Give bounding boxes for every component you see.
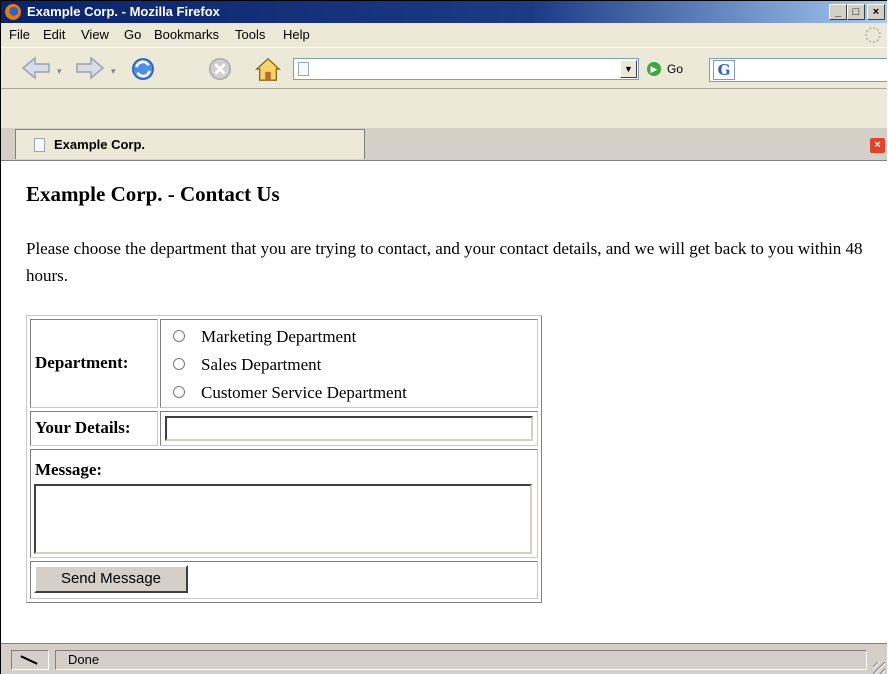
resize-grip-icon[interactable] [873,662,885,674]
search-engine-icon[interactable]: G [713,60,735,80]
menu-tools[interactable]: Tools [235,27,265,42]
department-options-cell: Marketing Department Sales Department Cu… [160,319,538,408]
intro-text: Please choose the department that you ar… [26,239,863,285]
stop-icon[interactable] [206,56,234,82]
details-input-cell [160,411,538,446]
details-label-cell: Your Details: [30,411,158,446]
close-tab-icon[interactable]: × [870,138,885,153]
go-button-label[interactable]: Go [667,62,683,76]
search-box[interactable]: G [709,58,887,82]
status-text: Done [68,652,100,667]
page-title: Example Corp. - Contact Us [26,182,280,206]
details-label: Your Details: [35,418,131,437]
menu-file[interactable]: File [9,27,30,42]
page-content: Example Corp. - Contact Us Please choose… [1,161,887,643]
message-textarea[interactable] [34,484,532,554]
tab-bar: Example Corp. × [1,128,887,161]
forward-icon[interactable] [75,56,105,80]
back-dropdown-icon[interactable]: ▾ [57,66,62,77]
send-message-button[interactable]: Send Message [34,565,188,593]
close-button[interactable]: × [867,4,885,20]
department-label: Department: [35,353,129,372]
status-panel: Done [55,650,867,670]
navigation-toolbar: ▾ ▾ ▼ ▶ Go G [1,47,887,89]
throbber-icon [865,27,881,43]
menu-go[interactable]: Go [124,27,141,42]
reload-icon[interactable] [129,56,157,82]
go-icon[interactable]: ▶ [647,62,661,76]
contact-form: Department: Marketing Department Sales D… [26,315,542,603]
window-title: Example Corp. - Mozilla Firefox [27,4,220,19]
menu-view[interactable]: View [81,27,109,42]
submit-cell: Send Message [30,561,538,599]
minimize-button[interactable]: _ [829,4,847,20]
url-bar[interactable]: ▼ [293,58,639,80]
browser-window: Example Corp. - Mozilla Firefox _ □ × Fi… [0,0,887,674]
message-label: Message: [35,460,103,479]
firefox-icon [5,4,21,20]
tab-page-icon [34,138,45,152]
status-bar: Done [1,643,887,674]
radio-label[interactable]: Marketing Department [201,327,356,347]
home-icon[interactable] [253,56,283,82]
details-input[interactable] [165,416,533,441]
tab-label: Example Corp. [54,137,146,152]
department-label-cell: Department: [30,319,158,408]
connection-status-icon[interactable] [11,650,49,670]
menu-bar: File Edit View Go Bookmarks Tools Help [1,23,887,47]
tab-example-corp[interactable]: Example Corp. [15,129,365,159]
radio-label[interactable]: Sales Department [201,355,321,375]
title-bar: Example Corp. - Mozilla Firefox _ □ × [1,1,887,23]
radio-button[interactable] [173,358,185,370]
radio-button[interactable] [173,386,185,398]
url-history-dropdown[interactable]: ▼ [620,60,637,78]
forward-dropdown-icon[interactable]: ▾ [111,66,116,77]
page-icon [298,62,309,76]
maximize-button[interactable]: □ [847,4,865,20]
message-cell: Message: [30,449,538,558]
radio-label[interactable]: Customer Service Department [201,383,407,403]
menu-edit[interactable]: Edit [43,27,65,42]
menu-help[interactable]: Help [283,27,310,42]
back-icon[interactable] [21,56,51,80]
radio-button[interactable] [173,330,185,342]
menu-bookmarks[interactable]: Bookmarks [154,27,219,42]
